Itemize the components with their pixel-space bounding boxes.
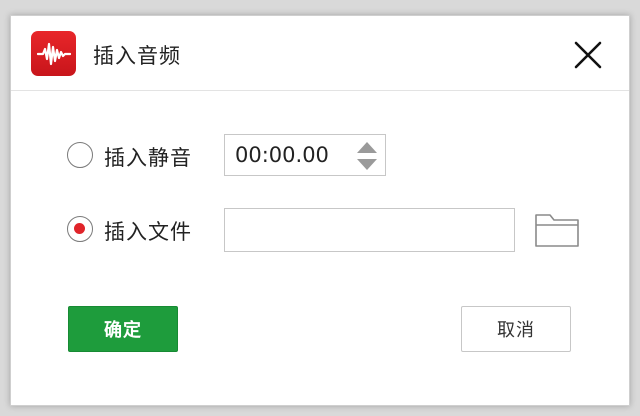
folder-icon	[535, 214, 579, 247]
ok-button[interactable]: 确定	[68, 306, 178, 352]
insert-silence-radio[interactable]	[67, 142, 93, 168]
close-button[interactable]	[571, 38, 605, 72]
insert-file-radio[interactable]	[67, 216, 93, 242]
file-path-input[interactable]	[224, 208, 515, 252]
silence-duration-stepper[interactable]: 00:00.00	[224, 134, 386, 176]
insert-audio-dialog: 插入音频 插入静音 00:00.00 插入文件 确定 取消	[10, 15, 630, 406]
close-icon	[574, 41, 602, 69]
silence-duration-value[interactable]: 00:00.00	[235, 143, 329, 167]
browse-folder-button[interactable]	[533, 208, 581, 250]
audio-waveform-icon	[31, 31, 76, 76]
insert-file-row: 插入文件	[11, 208, 629, 252]
dialog-title: 插入音频	[93, 44, 181, 68]
insert-silence-label[interactable]: 插入静音	[104, 142, 192, 172]
dialog-titlebar: 插入音频	[11, 16, 629, 91]
spin-up-arrow-icon[interactable]	[357, 142, 377, 153]
spin-down-arrow-icon[interactable]	[357, 159, 377, 170]
cancel-button[interactable]: 取消	[461, 306, 571, 352]
insert-silence-row: 插入静音 00:00.00	[11, 134, 629, 176]
insert-file-label[interactable]: 插入文件	[104, 216, 192, 246]
